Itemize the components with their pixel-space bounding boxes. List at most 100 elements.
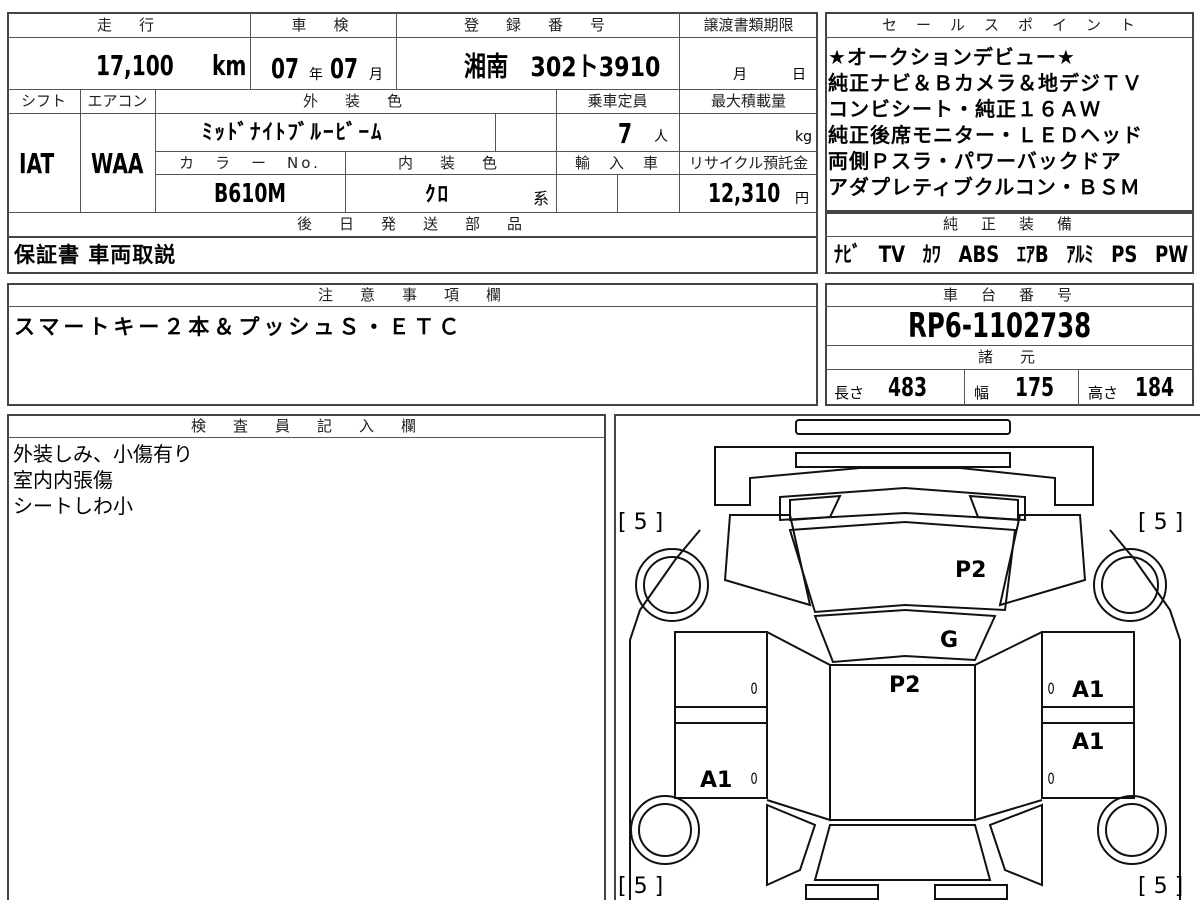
- fender-right: [998, 514, 1087, 607]
- exterior-value: ﾐｯﾄﾞﾅｲﾄﾌﾞﾙｰﾋﾞｰﾑ: [202, 120, 384, 144]
- left-pillar: [766, 631, 831, 822]
- chassis-value: RP6-1102738: [908, 306, 1092, 346]
- list-item: ★オークションデビュー★: [828, 45, 1076, 69]
- row-divider: [825, 236, 1194, 237]
- transfer-month-unit: 月: [733, 67, 747, 83]
- tire-rear-right: [1097, 795, 1167, 865]
- interior-suffix: 系: [533, 189, 550, 208]
- aircon-header: エアコン: [87, 92, 148, 110]
- equipment-item: PW: [1155, 243, 1189, 268]
- license-plate: [795, 452, 1011, 468]
- capacity-header: 乗車定員: [587, 92, 648, 110]
- tire-depth-rear-left: [ 5 ]: [618, 874, 664, 899]
- inspection-month-unit: 月: [369, 67, 383, 83]
- grille: [779, 486, 1026, 522]
- parts-value: 保証書 車両取説: [14, 243, 177, 267]
- list-item: 外装しみ、小傷有り: [13, 442, 193, 466]
- tire-rear-left: [630, 795, 700, 865]
- row-divider: [7, 37, 818, 38]
- shift-value: IAT: [19, 147, 55, 180]
- list-item: 純正ナビ＆Ｂカメラ＆地デジＴＶ: [828, 71, 1143, 95]
- zero-mark: 0: [750, 769, 758, 788]
- equipment-item: ｴｱB: [1016, 243, 1049, 268]
- tire-front-right-inner: [1101, 556, 1159, 614]
- mark-right-front-door: A1: [1072, 678, 1105, 703]
- inspection-header: 車 検: [291, 16, 355, 34]
- parts-header: 後 日 発 送 部 品: [296, 215, 528, 233]
- color-no-value: B610M: [214, 179, 286, 209]
- zero-mark: 0: [1047, 679, 1055, 698]
- import-header: 輸 入 車: [574, 154, 660, 172]
- col-divider: [1078, 369, 1079, 406]
- inspector-notes: 外装しみ、小傷有り 室内内張傷 シートしわ小: [13, 441, 193, 519]
- windshield: [813, 608, 997, 664]
- max-load-header: 最大積載量: [710, 92, 786, 110]
- rear-quarter-left: [766, 803, 817, 887]
- right-mid-door: [1041, 706, 1135, 724]
- length-value: 483: [888, 373, 928, 403]
- list-item: 室内内張傷: [13, 468, 113, 492]
- equipment-item: ｶﾜ: [922, 243, 941, 268]
- equipment-item: ABS: [958, 243, 1000, 268]
- max-load-unit: kg: [795, 129, 812, 145]
- interior-value: ｸﾛ: [425, 182, 450, 206]
- mileage-header: 走 行: [96, 16, 160, 34]
- row-divider: [7, 306, 818, 307]
- equipment-item: ｱﾙﾐ: [1066, 243, 1094, 268]
- col-divider: [495, 113, 496, 151]
- tire-front-right: [1093, 548, 1167, 622]
- notes-header: 注 意 事 項 欄: [317, 286, 507, 304]
- capacity-value: 7: [618, 117, 633, 150]
- capacity-unit: 人: [654, 129, 668, 145]
- equipment-item: ﾅﾋﾞ: [834, 243, 862, 268]
- mark-roof: P2: [889, 673, 921, 698]
- mark-windshield: G: [940, 628, 959, 653]
- row-divider: [7, 212, 818, 213]
- chassis-header: 車 台 番 号: [942, 286, 1076, 304]
- inspection-month: 07: [330, 52, 359, 85]
- inspection-year-unit: 年: [309, 67, 323, 83]
- width-label: 幅: [974, 384, 990, 402]
- registration-value: 湘南 302ト3910: [464, 52, 661, 83]
- recycle-value: 12,310: [708, 179, 781, 209]
- sales-points-list: ★オークションデビュー★ 純正ナビ＆Ｂカメラ＆地デジＴＶ コンビシート・純正１６…: [828, 44, 1192, 200]
- car-diagram: [629, 419, 1181, 900]
- row-divider: [7, 437, 606, 438]
- right-pillar: [974, 631, 1043, 822]
- rear-window: [813, 824, 992, 881]
- left-mid-door: [674, 706, 768, 724]
- tire-depth-front-left: [ 5 ]: [618, 510, 664, 535]
- equipment-header: 純 正 装 備: [942, 215, 1076, 233]
- equipment-item: TV: [878, 243, 906, 268]
- list-item: 純正後席モニター・ＬＥＤヘッド: [828, 123, 1143, 147]
- recycle-unit: 円: [795, 191, 809, 207]
- transfer-day-unit: 日: [792, 67, 806, 83]
- rear-bumper-right: [934, 884, 1008, 900]
- exterior-header: 外 装 色: [302, 92, 408, 110]
- mark-left-rear-door: A1: [700, 768, 733, 793]
- rear-bumper: [805, 884, 879, 900]
- notes-value: スマートキー２本＆プッシュＳ・ＥＴＣ: [14, 315, 464, 339]
- tire-front-left: [635, 548, 709, 622]
- interior-header: 内 装 色: [397, 154, 503, 172]
- equipment-list: ﾅﾋﾞ TV ｶﾜ ABS ｴｱB ｱﾙﾐ PS PW: [834, 241, 1188, 271]
- spec-header: 諸 元: [977, 348, 1041, 366]
- headlight-right: [968, 494, 1019, 522]
- tire-rear-right-inner: [1105, 803, 1159, 857]
- col-divider: [617, 174, 618, 212]
- mileage-unit: km: [212, 49, 247, 82]
- col-divider: [964, 369, 965, 406]
- shift-header: シフト: [20, 92, 66, 110]
- list-item: シートしわ小: [13, 494, 133, 518]
- list-item: アダプレティブクルコン・ＢＳＭ: [828, 175, 1141, 199]
- tire-depth-front-right: [ 5 ]: [1138, 510, 1184, 535]
- equipment-item: PS: [1111, 243, 1138, 268]
- recycle-header: リサイクル預託金: [688, 154, 809, 172]
- row-divider: [825, 37, 1194, 38]
- body-outline-right: [1109, 529, 1181, 900]
- tire-rear-left-inner: [638, 803, 692, 857]
- inspector-header: 検 査 員 記 入 欄: [190, 417, 422, 435]
- registration-header: 登 録 番 号: [463, 16, 611, 34]
- front-bumper: [795, 419, 1011, 435]
- sales-points-header: セ ー ル ス ポ イ ン ト: [881, 16, 1137, 34]
